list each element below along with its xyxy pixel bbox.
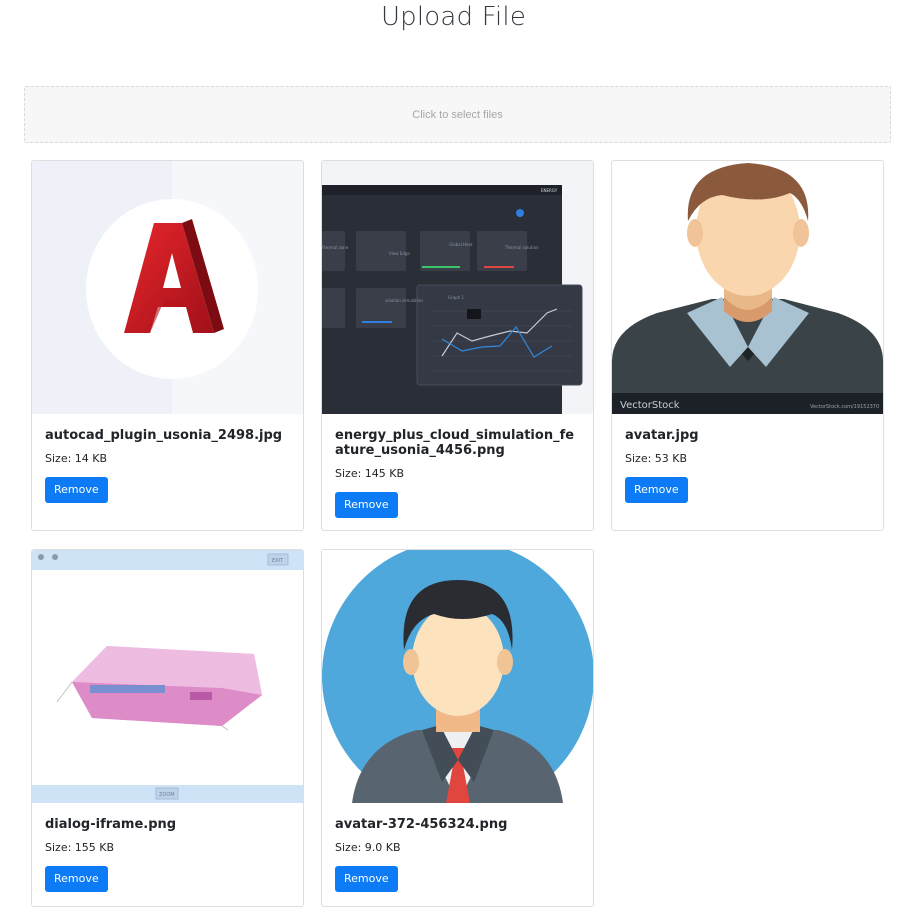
- file-thumbnail-autocad: [32, 161, 303, 414]
- remove-button[interactable]: Remove: [45, 866, 108, 892]
- file-thumbnail-energy-plus: [322, 161, 593, 414]
- file-size: Size: 14 KB: [45, 452, 108, 465]
- remove-button[interactable]: Remove: [335, 492, 398, 518]
- file-thumbnail-avatar: VectorStock VectorStock.com/19152370: [612, 161, 883, 414]
- page-title: Upload File: [380, 2, 527, 32]
- file-size: Size: 155 KB: [45, 841, 115, 854]
- file-card: energy_plus_cloud_simulation_feature_uso…: [321, 160, 594, 531]
- file-thumbnail-dialog-iframe: EXIT ZOOM: [32, 550, 303, 803]
- file-name: avatar-372-456324.png: [335, 817, 508, 832]
- dropzone-label: Click to select files: [412, 108, 503, 121]
- file-size: Size: 145 KB: [335, 467, 405, 480]
- remove-button[interactable]: Remove: [625, 477, 688, 503]
- remove-button[interactable]: Remove: [335, 866, 398, 892]
- file-card: VectorStock VectorStock.com/19152370 ava…: [611, 160, 884, 531]
- watermark-text: VectorStock: [620, 400, 680, 411]
- file-card: avatar-372-456324.png Size: 9.0 KB Remov…: [321, 549, 594, 907]
- file-card: EXIT ZOOM dialog-iframe.png Size: 155 KB…: [31, 549, 304, 907]
- file-card: autocad_plugin_usonia_2498.jpg Size: 14 …: [31, 160, 304, 531]
- exit-label: EXIT: [272, 558, 284, 564]
- remove-button[interactable]: Remove: [45, 477, 108, 503]
- file-name: autocad_plugin_usonia_2498.jpg: [45, 428, 283, 443]
- file-thumbnail-avatar-372: [322, 550, 593, 803]
- file-dropzone[interactable]: Click to select files: [24, 86, 891, 143]
- file-name: dialog-iframe.png: [45, 817, 177, 832]
- file-name: avatar.jpg: [625, 428, 699, 443]
- zoom-label: ZOOM: [159, 792, 175, 798]
- watermark-url: VectorStock.com/19152370: [810, 404, 879, 410]
- file-size: Size: 53 KB: [625, 452, 688, 465]
- file-size: Size: 9.0 KB: [335, 841, 401, 854]
- file-name: energy_plus_cloud_simulation_feature_uso…: [335, 428, 575, 458]
